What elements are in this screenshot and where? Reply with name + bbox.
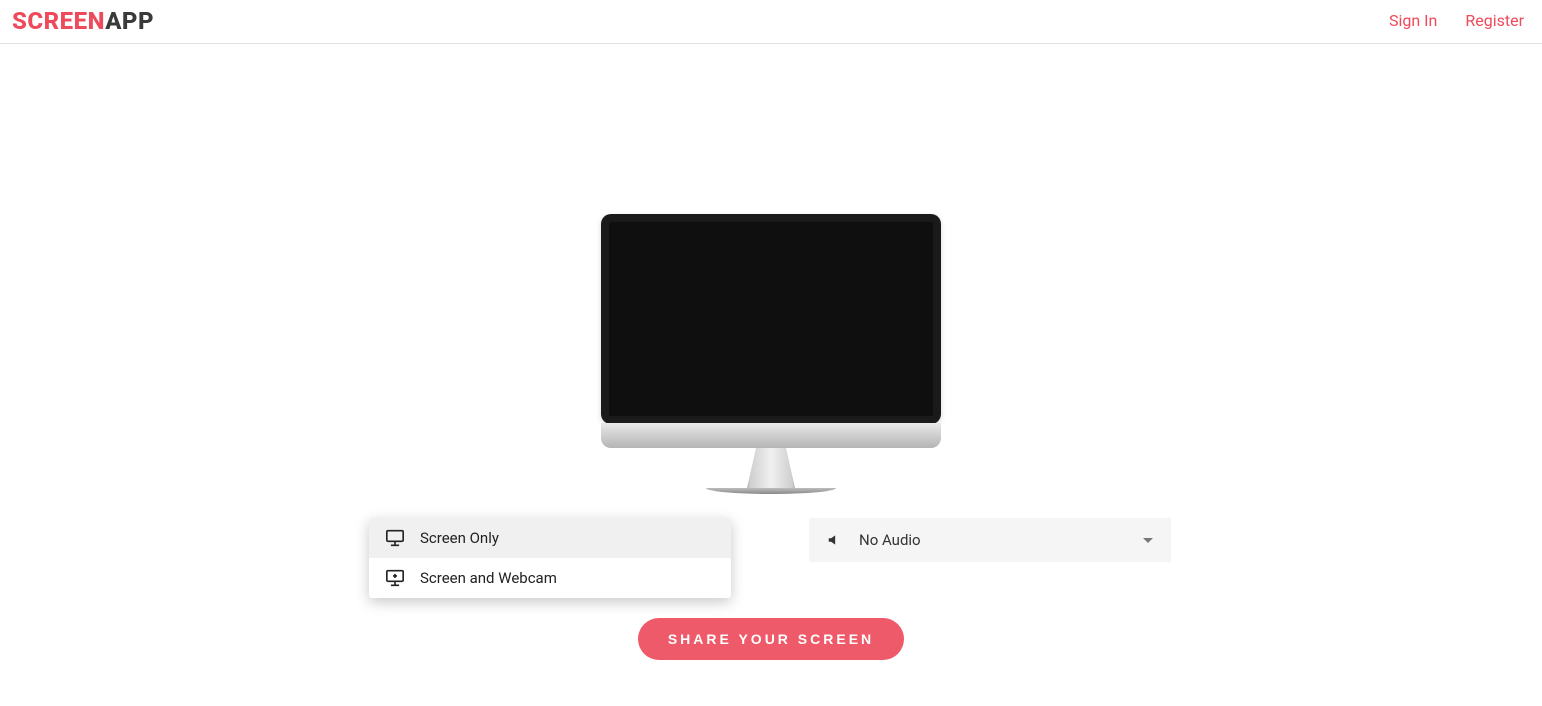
audio-source-dropdown[interactable]: No Audio — [809, 518, 1171, 562]
menu-item-screen-and-webcam[interactable]: Screen and Webcam — [369, 558, 731, 598]
logo-part2: APP — [105, 7, 154, 35]
logo[interactable]: SCREENAPP — [12, 9, 154, 33]
menu-item-label: Screen Only — [420, 529, 499, 547]
monitor-chin — [601, 423, 941, 448]
main-content: Screen Only Screen and Webcam — [0, 44, 1542, 660]
video-source-menu: Screen Only Screen and Webcam — [369, 518, 731, 598]
monitor-base — [706, 488, 836, 494]
header: SCREENAPP Sign In Register — [0, 0, 1542, 44]
video-source-dropdown-container: Screen Only Screen and Webcam — [371, 518, 733, 562]
menu-item-label: Screen and Webcam — [420, 569, 557, 587]
nav-links: Sign In Register — [1389, 11, 1524, 30]
monitor-icon — [385, 529, 405, 547]
speaker-icon — [827, 533, 841, 547]
share-screen-button[interactable]: SHARE YOUR SCREEN — [638, 618, 904, 660]
dropdown-left: No Audio — [827, 531, 921, 549]
monitor-frame — [601, 214, 941, 424]
monitor-screen — [609, 222, 933, 416]
register-link[interactable]: Register — [1465, 11, 1524, 30]
audio-dropdown-label: No Audio — [859, 531, 921, 549]
controls-row: Screen Only Screen and Webcam — [371, 518, 1171, 562]
monitor-illustration — [601, 214, 941, 494]
monitor-stand — [741, 448, 801, 488]
screen-plus-icon — [385, 569, 405, 587]
chevron-down-icon — [1143, 538, 1153, 543]
menu-item-screen-only[interactable]: Screen Only — [369, 518, 731, 558]
signin-link[interactable]: Sign In — [1389, 11, 1437, 30]
logo-part1: SCREEN — [12, 7, 105, 35]
